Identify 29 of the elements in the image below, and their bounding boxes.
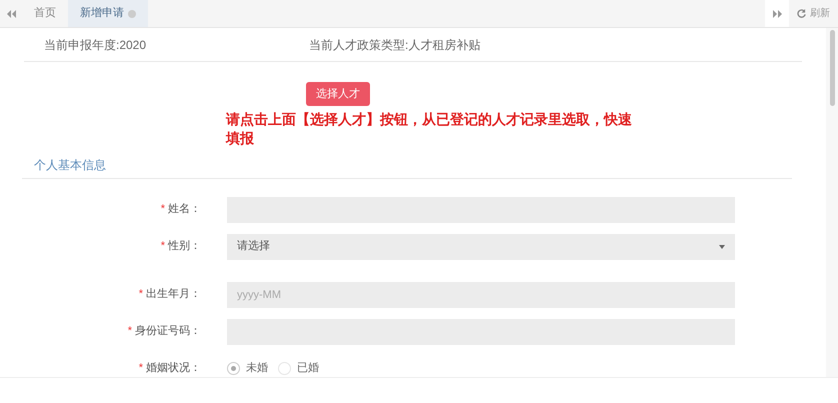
policy-label: 当前人才政策类型:人才租房补贴	[309, 36, 480, 54]
close-icon[interactable]	[128, 10, 136, 18]
required-mark: *	[160, 202, 165, 218]
caret-icon	[719, 244, 725, 248]
field-label: 姓名：	[168, 202, 201, 218]
year-label: 当前申报年度:2020	[43, 36, 148, 54]
required-mark: *	[138, 287, 143, 302]
required-mark: *	[128, 324, 132, 340]
section-title: 个人基本信息	[33, 158, 106, 172]
required-mark: *	[160, 239, 165, 254]
field-label: 出生年月：	[146, 287, 201, 302]
field-label: 身份证号码：	[135, 324, 201, 340]
refresh-icon	[797, 9, 806, 18]
tab[interactable]: 首页	[22, 0, 68, 27]
radio-option[interactable]: 未婚	[227, 360, 268, 377]
double-right-icon	[772, 10, 782, 18]
radio-option[interactable]: 已婚	[278, 360, 319, 377]
scrollbar[interactable]	[826, 28, 838, 377]
input-field[interactable]: yyyy-MM	[227, 282, 735, 308]
select-field[interactable]: 请选择	[227, 234, 735, 260]
tab[interactable]: 新增申请	[68, 0, 148, 27]
field-label: 性别：	[168, 239, 201, 254]
refresh-button[interactable]: 刷新	[789, 0, 838, 27]
field-label: 婚姻状况：	[146, 361, 201, 376]
notice-text: 请点击上面【选择人才】按钮，从已登记的人才记录里选取，快速填报	[226, 110, 633, 148]
scroll-right-button[interactable]	[765, 0, 789, 27]
double-left-icon	[6, 10, 16, 18]
select-talent-button[interactable]: 选择人才	[306, 82, 370, 106]
required-mark: *	[138, 361, 143, 376]
